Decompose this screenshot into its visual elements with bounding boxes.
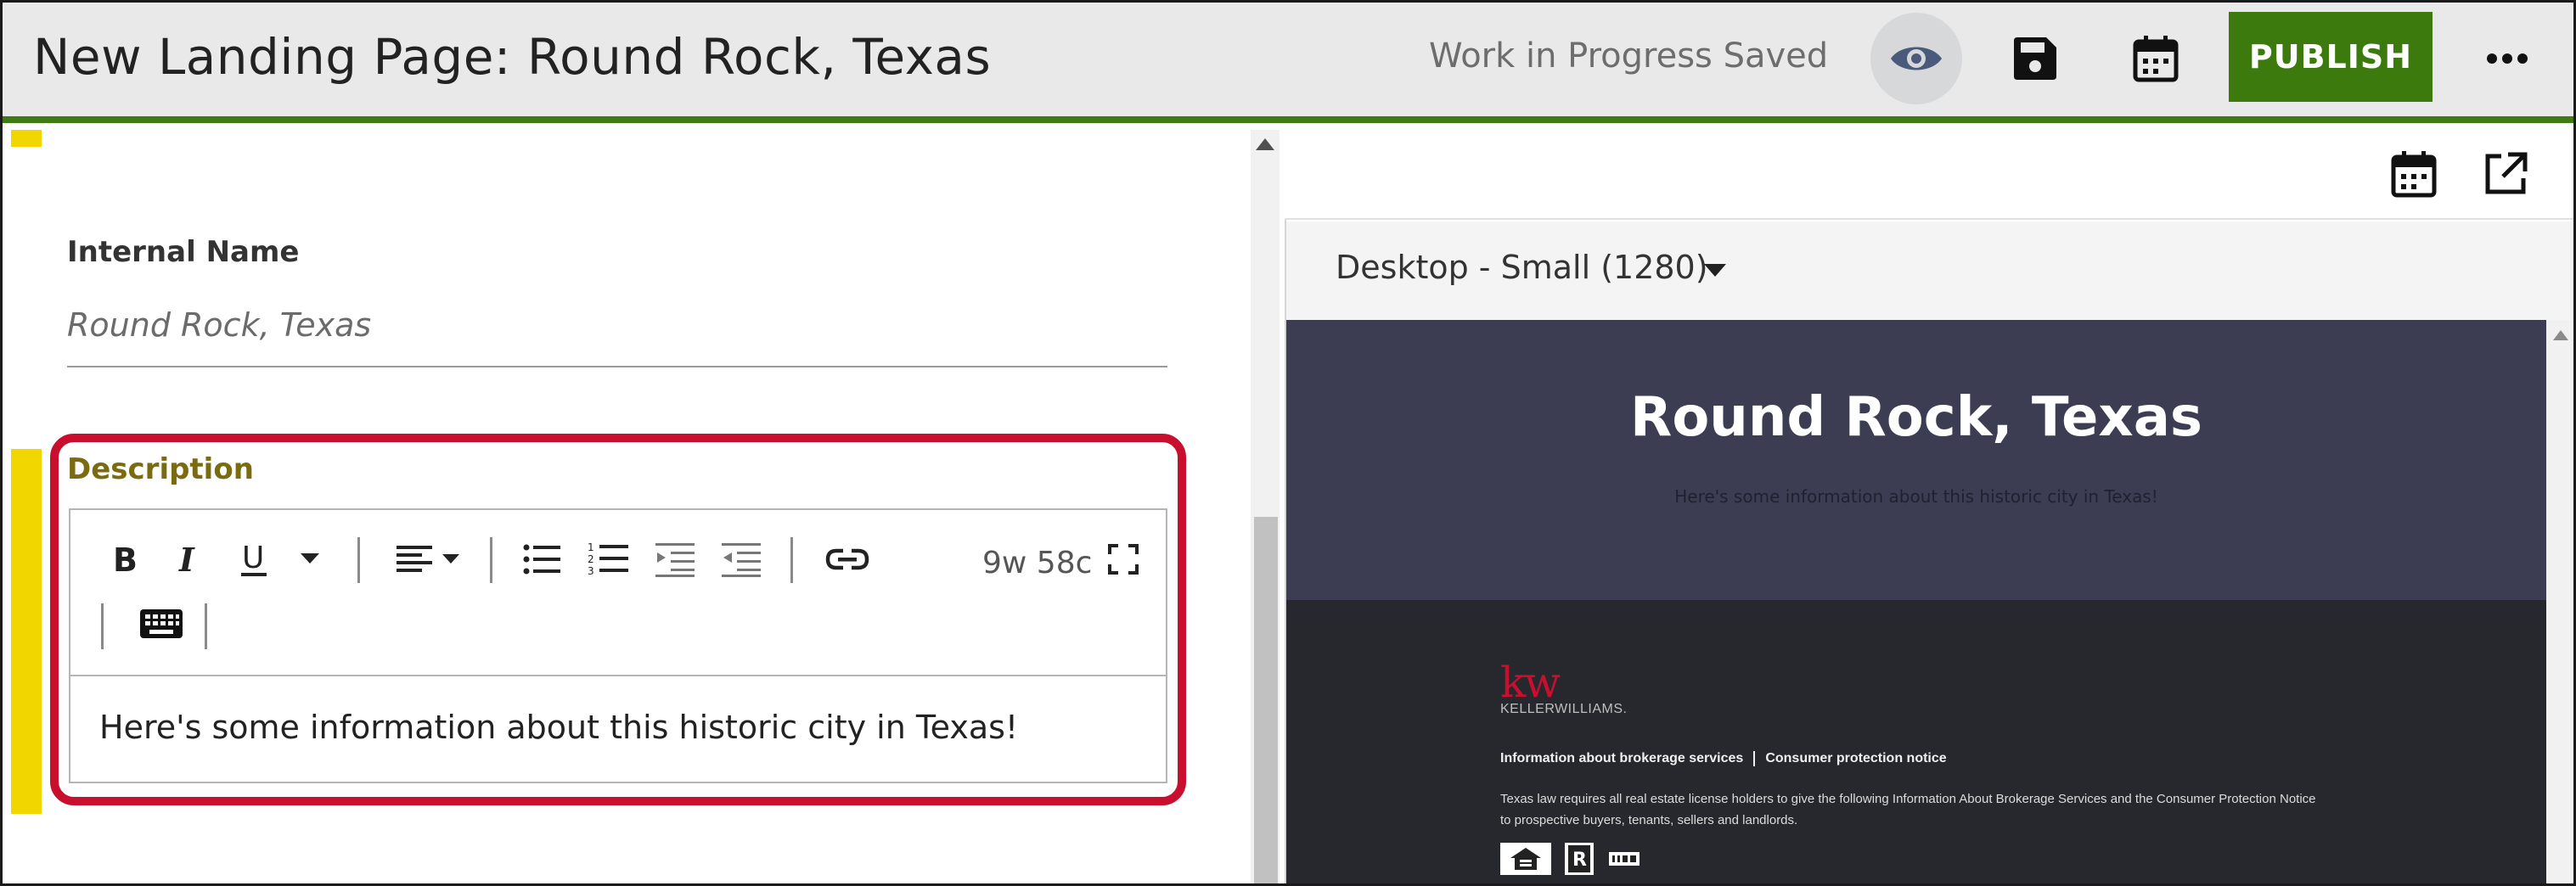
- preview-footer: [1286, 600, 2546, 883]
- more-options-button[interactable]: [2461, 13, 2553, 104]
- internal-name-input[interactable]: Round Rock, Texas: [67, 306, 371, 344]
- publish-button[interactable]: PUBLISH: [2229, 12, 2433, 102]
- insert-link-button[interactable]: [818, 534, 877, 585]
- notice-line: Texas law requires all real estate licen…: [1500, 792, 2316, 806]
- top-header: New Landing Page: Round Rock, Texas Work…: [3, 3, 2573, 123]
- internal-name-label: Internal Name: [67, 235, 300, 269]
- scrollbar-thumb[interactable]: [1254, 517, 1278, 883]
- device-size-select[interactable]: Desktop - Small (1280): [1336, 249, 1708, 286]
- realtor-icon: R: [1565, 843, 1594, 875]
- preview-schedule-button[interactable]: [2387, 147, 2441, 201]
- numbered-list-icon: 1 2 3: [588, 541, 628, 577]
- outdent-button[interactable]: [716, 534, 767, 585]
- scroll-up-arrow[interactable]: [2553, 330, 2568, 340]
- bullet-list-button[interactable]: [517, 534, 568, 585]
- brokerage-services-link[interactable]: Information about brokerage services: [1500, 751, 1743, 765]
- bold-icon: B: [113, 544, 137, 575]
- footer-badges: R: [1500, 843, 1641, 875]
- svg-text:R: R: [1572, 850, 1587, 871]
- indent-button[interactable]: [650, 534, 700, 585]
- save-button[interactable]: [1989, 13, 2081, 104]
- chevron-down-icon[interactable]: [1704, 264, 1726, 277]
- fullscreen-button[interactable]: [1098, 534, 1149, 585]
- change-indicator: [11, 449, 42, 814]
- svg-text:U: U: [242, 541, 264, 575]
- preview-button[interactable]: [1870, 13, 1962, 104]
- page-title: New Landing Page: Round Rock, Texas: [33, 28, 992, 86]
- preview-hero-title: Round Rock, Texas: [1630, 386, 2202, 449]
- license-notice: Texas law requires all real estate licen…: [1500, 788, 2349, 831]
- indent-icon: [655, 543, 695, 577]
- calendar-icon: [2391, 151, 2437, 198]
- chevron-down-icon: [301, 553, 319, 564]
- notice-line: to prospective buyers, tenants, sellers …: [1500, 813, 1798, 827]
- link-divider: [1753, 751, 1756, 766]
- underline-icon: U: [241, 541, 267, 576]
- more-icon: [2487, 53, 2528, 64]
- consumer-protection-link[interactable]: Consumer protection notice: [1765, 751, 1946, 765]
- svg-text:3: 3: [588, 565, 594, 577]
- rich-text-editor: B I U 1 2 3 9w 58c Here's some informati…: [69, 508, 1167, 783]
- external-link-icon: [2485, 152, 2528, 194]
- preview-hero-subtitle: Here's some information about this histo…: [1674, 486, 2158, 507]
- underline-button[interactable]: U: [228, 534, 279, 585]
- scroll-up-arrow[interactable]: [1256, 138, 1274, 150]
- toolbar-divider: [101, 603, 104, 649]
- preview-hero: [1286, 320, 2546, 600]
- mls-icon: [1607, 843, 1641, 875]
- fullscreen-icon: [1108, 544, 1139, 575]
- toolbar-separator: [70, 675, 1166, 676]
- kw-logo: kw: [1500, 658, 1561, 707]
- bold-button[interactable]: B: [99, 534, 150, 585]
- footer-links: Information about brokerage services Cons…: [1500, 751, 1947, 766]
- text-style-dropdown[interactable]: [293, 534, 327, 585]
- align-left-icon: [397, 546, 459, 572]
- svg-text:I: I: [178, 544, 195, 575]
- app-window: New Landing Page: Round Rock, Texas Work…: [0, 0, 2576, 886]
- brand-name: KELLERWILLIAMS.: [1500, 702, 1628, 716]
- numbered-list-button[interactable]: 1 2 3: [583, 534, 634, 585]
- schedule-button[interactable]: [2110, 13, 2202, 104]
- description-label: Description: [67, 452, 254, 486]
- svg-text:1: 1: [588, 541, 594, 553]
- svg-text:B: B: [113, 544, 137, 575]
- outdent-icon: [722, 543, 761, 577]
- toolbar-divider: [790, 537, 793, 583]
- italic-button[interactable]: I: [164, 534, 215, 585]
- keyboard-icon: [140, 609, 183, 638]
- align-dropdown[interactable]: [386, 534, 471, 585]
- open-external-button[interactable]: [2478, 147, 2533, 201]
- italic-icon: I: [178, 544, 195, 575]
- equal-housing-icon: [1500, 843, 1551, 875]
- word-count: 9w 58c: [982, 546, 1093, 580]
- toolbar-divider: [490, 537, 492, 583]
- calendar-icon: [2133, 36, 2179, 82]
- change-indicator: [11, 130, 42, 147]
- preview-toolbar: [1285, 130, 2573, 220]
- bullet-list-icon: [523, 544, 560, 575]
- save-icon: [2014, 37, 2056, 80]
- svg-text:2: 2: [588, 553, 594, 565]
- input-underline: [67, 366, 1167, 367]
- save-status: Work in Progress Saved: [1429, 36, 1829, 76]
- editor-content[interactable]: Here's some information about this histo…: [99, 709, 1018, 746]
- link-icon: [825, 548, 869, 570]
- preview-scrollbar[interactable]: [2546, 320, 2573, 883]
- keyboard-shortcuts-button[interactable]: [132, 598, 191, 649]
- toolbar-divider: [357, 537, 360, 583]
- eye-icon: [1891, 47, 1942, 70]
- toolbar-divider: [205, 603, 207, 649]
